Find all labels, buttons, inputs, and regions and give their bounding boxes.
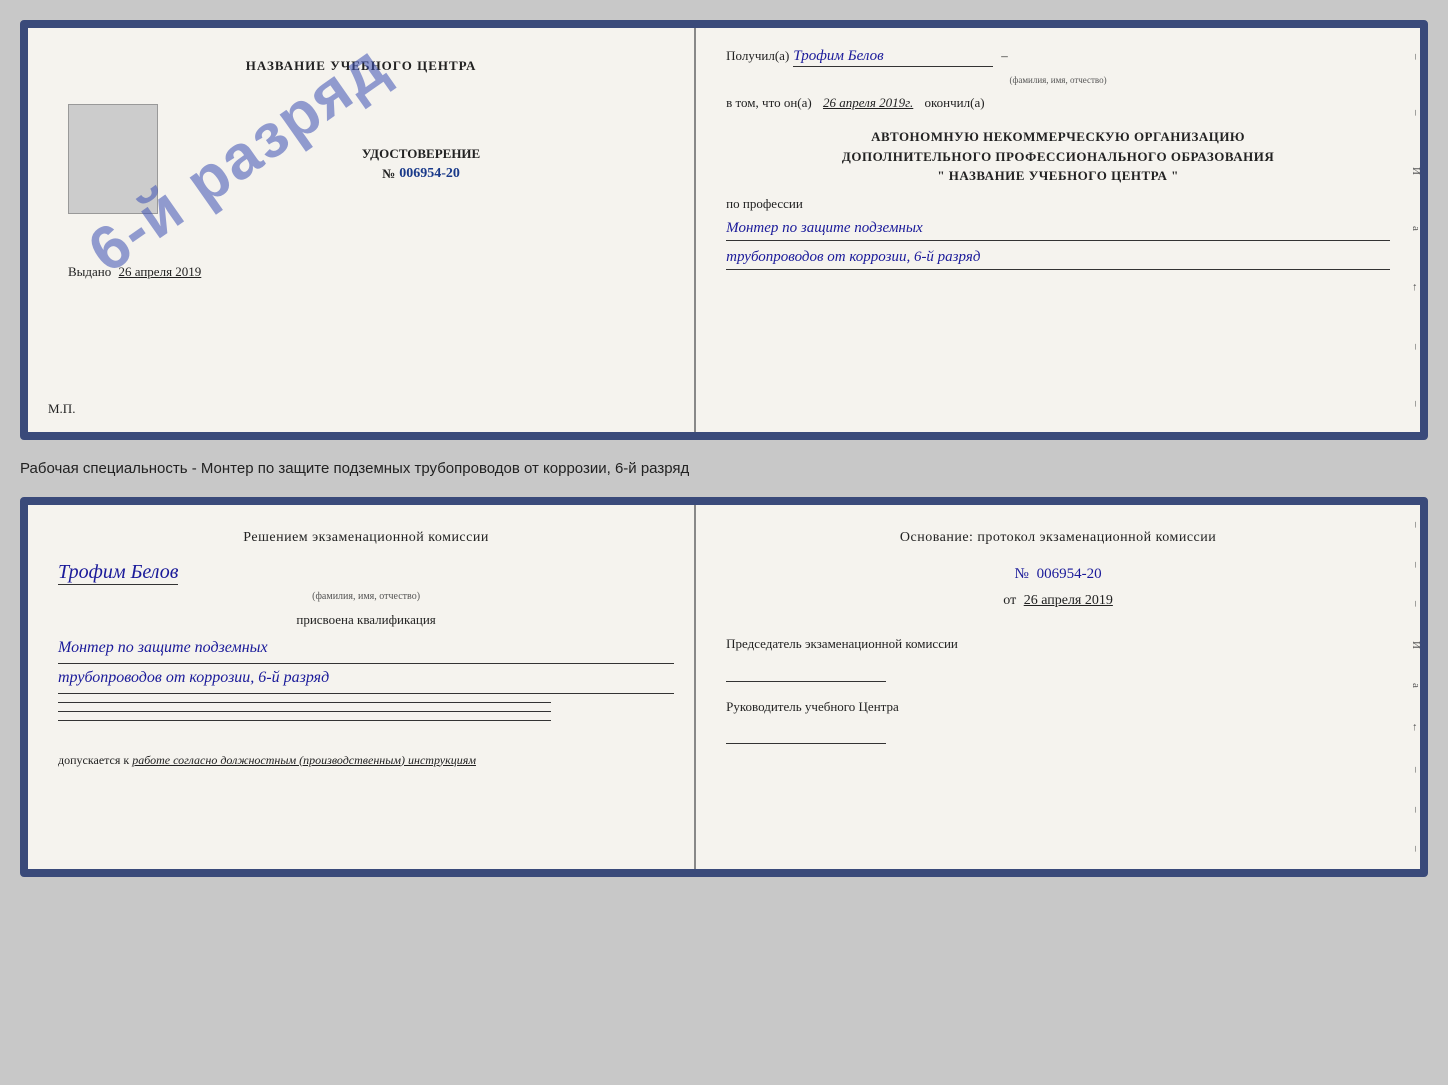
side-marks-top: – – И а ← – – [1406, 28, 1426, 432]
director-label: Руководитель учебного Центра [726, 699, 899, 714]
org-block: АВТОНОМНУЮ НЕКОММЕРЧЕСКУЮ ОРГАНИЗАЦИЮ ДО… [726, 127, 1390, 186]
org-line1: АВТОНОМНУЮ НЕКОММЕРЧЕСКУЮ ОРГАНИЗАЦИЮ [726, 127, 1390, 147]
director-signature-line [726, 724, 886, 744]
chairman-label: Председатель экзаменационной комиссии [726, 636, 958, 651]
qual-line2: трубопроводов от коррозии, 6-й разряд [58, 664, 674, 694]
decision-title: Решением экзаменационной комиссии [58, 530, 674, 546]
specialty-label: Рабочая специальность - Монтер по защите… [20, 452, 1428, 485]
side-marks-bottom: – – – И а ← – – – [1406, 505, 1426, 869]
date-label: в том, что он(а) [726, 95, 812, 110]
admit-label: допускается к [58, 753, 129, 767]
stamp-diagonal: 6-й разряд [69, 20, 407, 310]
protocol-number-value: 006954-20 [1037, 566, 1102, 582]
director-block: Руководитель учебного Центра [726, 697, 1390, 745]
person-sub: (фамилия, имя, отчество) [58, 591, 674, 602]
cert-top-right: Получил(а) Трофим Белов – (фамилия, имя,… [696, 28, 1420, 432]
admit-value: работе согласно должностным (производств… [132, 753, 476, 767]
top-certificate: НАЗВАНИЕ УЧЕБНОГО ЦЕНТРА 6-й разряд УДОС… [20, 20, 1428, 440]
received-label: Получил(а) [726, 48, 789, 64]
mp-label: М.П. [48, 401, 75, 417]
profession-line1: Монтер по защите подземных [726, 216, 1390, 241]
protocol-date: от 26 апреля 2019 [726, 593, 1390, 609]
cert-number-value: 006954-20 [399, 166, 460, 182]
person-name: Трофим Белов [58, 561, 178, 585]
cert-bottom-right: Основание: протокол экзаменационной коми… [696, 505, 1420, 869]
stamp-text: 6-й разряд [76, 29, 401, 286]
assigned-label: присвоена квалификация [58, 612, 674, 628]
received-name: Трофим Белов [793, 48, 993, 67]
page-wrapper: НАЗВАНИЕ УЧЕБНОГО ЦЕНТРА 6-й разряд УДОС… [20, 20, 1428, 877]
admit-text: допускается к работе согласно должностны… [58, 751, 674, 769]
bottom-certificate: Решением экзаменационной комиссии Трофим… [20, 497, 1428, 877]
profession-label: по профессии [726, 196, 803, 211]
cert-number-prefix: № [382, 166, 395, 182]
protocol-prefix: № [1015, 566, 1029, 582]
protocol-date-value: 26 апреля 2019 [1024, 593, 1113, 608]
chairman-block: Председатель экзаменационной комиссии [726, 634, 1390, 682]
qual-line1: Монтер по защите подземных [58, 634, 674, 664]
profession-line2: трубопроводов от коррозии, 6-й разряд [726, 245, 1390, 270]
org-line2: ДОПОЛНИТЕЛЬНОГО ПРОФЕССИОНАЛЬНОГО ОБРАЗО… [726, 147, 1390, 167]
received-line: Получил(а) Трофим Белов – [726, 48, 1390, 67]
org-line3: " НАЗВАНИЕ УЧЕБНОГО ЦЕНТРА " [726, 166, 1390, 186]
date-value: 26 апреля 2019г. [823, 95, 913, 110]
received-sub: (фамилия, имя, отчество) [726, 75, 1390, 85]
date-prefix: от [1003, 593, 1016, 608]
finished-label: окончил(а) [925, 95, 985, 110]
cert-bottom-left: Решением экзаменационной комиссии Трофим… [28, 505, 696, 869]
protocol-number: № 006954-20 [726, 566, 1390, 583]
basis-title: Основание: протокол экзаменационной коми… [726, 530, 1390, 546]
cert-top-left: НАЗВАНИЕ УЧЕБНОГО ЦЕНТРА 6-й разряд УДОС… [28, 28, 696, 432]
date-line: в том, что он(а) 26 апреля 2019г. окончи… [726, 95, 1390, 111]
profession-block: по профессии Монтер по защите подземных … [726, 196, 1390, 270]
chairman-signature-line [726, 662, 886, 682]
